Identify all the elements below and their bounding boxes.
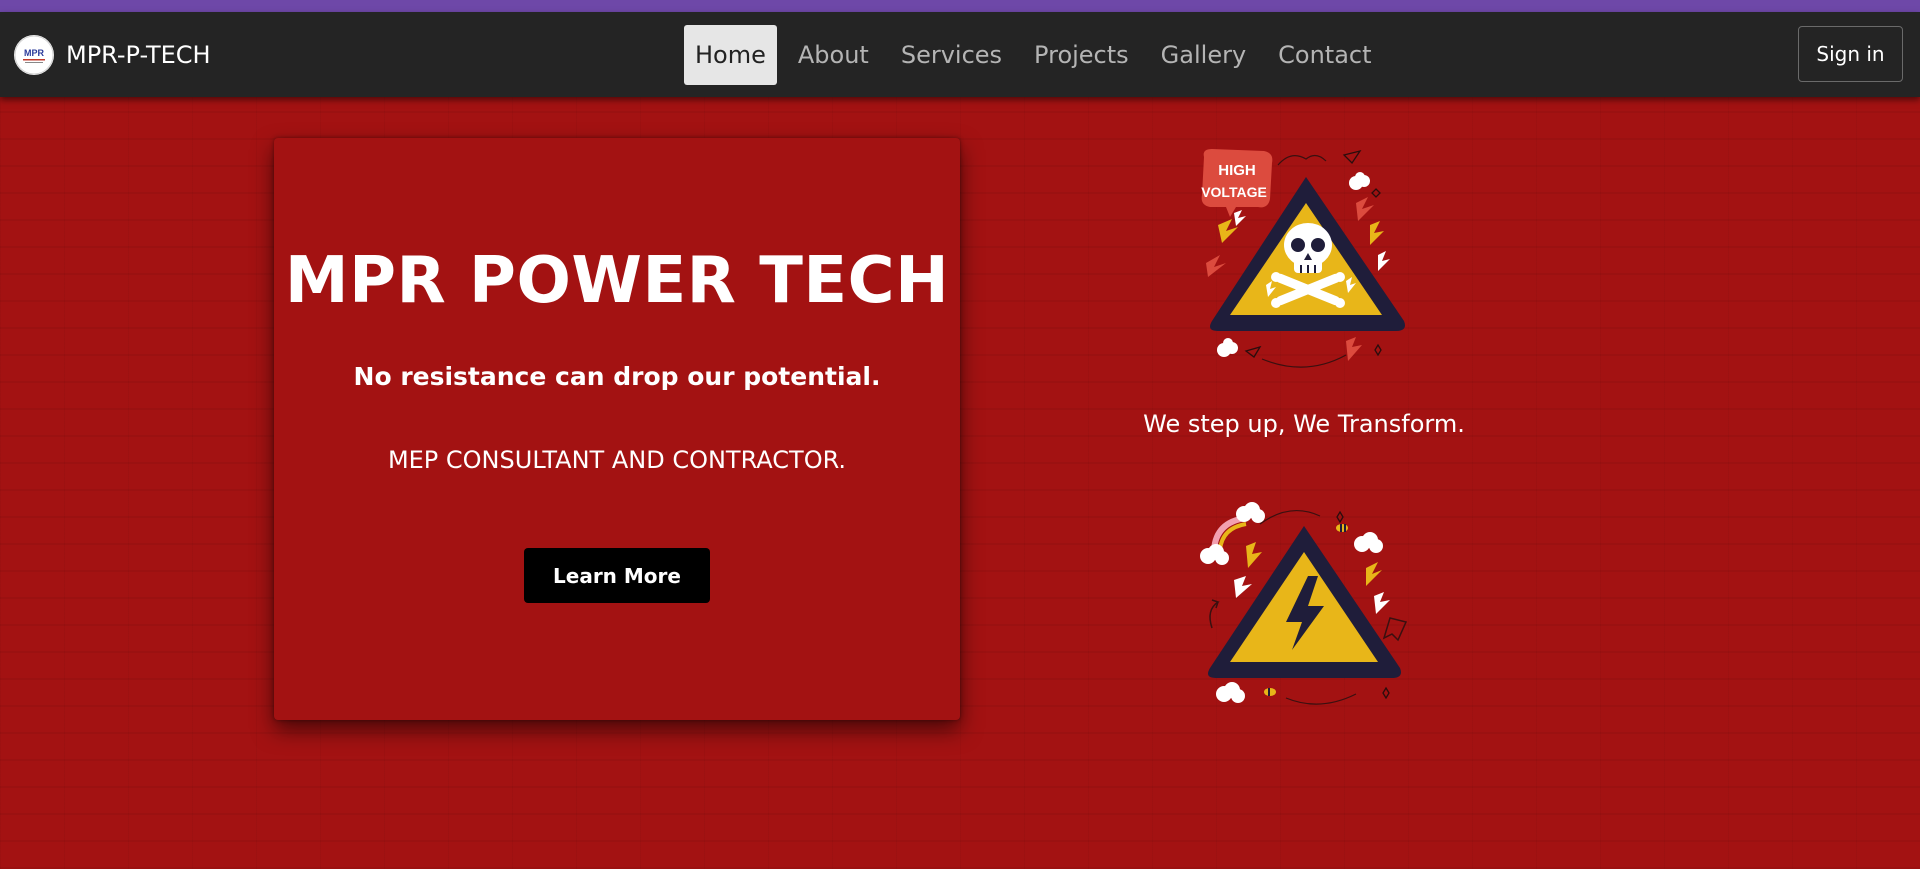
svg-text:HIGH: HIGH [1218,162,1256,179]
nav-link-gallery[interactable]: Gallery [1150,25,1257,85]
navbar: MPR MPR-P-TECH Home About Services Proje… [0,12,1920,97]
brand-link[interactable]: MPR MPR-P-TECH [14,12,211,97]
bee-icon-2 [1264,688,1276,696]
slogan-text: We step up, We Transform. [1143,410,1465,438]
hero-subtitle: MEP CONSULTANT AND CONTRACTOR. [387,446,847,474]
sign-in-button[interactable]: Sign in [1798,26,1903,82]
nav-link-about[interactable]: About [787,25,880,85]
top-accent-strip [0,0,1920,12]
nav-link-contact[interactable]: Contact [1267,25,1382,85]
hero-tagline: No resistance can drop our potential. [353,362,881,391]
nav-link-home[interactable]: Home [684,25,777,85]
brand-logo-text: MPR [24,48,45,58]
brand-logo-icon: MPR [14,34,54,75]
lightning-warning-illustration [1190,498,1418,713]
high-voltage-badge-icon: HIGH VOLTAGE [1201,149,1273,217]
nav-link-projects[interactable]: Projects [1023,25,1140,85]
nav-links: Home About Services Projects Gallery Con… [684,25,1393,85]
hero-card: MPR POWER TECH No resistance can drop ou… [274,138,960,720]
hero-title: MPR POWER TECH [284,244,950,318]
brand-name: MPR-P-TECH [66,40,211,69]
learn-more-button[interactable]: Learn More [524,548,710,603]
svg-text:VOLTAGE: VOLTAGE [1201,184,1267,200]
skull-warning-illustration: HIGH VOLTAGE [1196,145,1416,380]
bee-icon [1336,524,1348,532]
nav-link-services[interactable]: Services [890,25,1013,85]
